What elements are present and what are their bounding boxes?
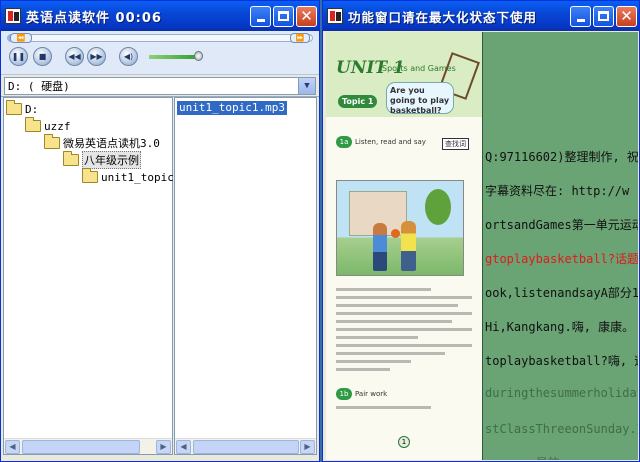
- drive-bar: D: ( 硬盘) ▼: [1, 75, 319, 97]
- reader-content: UNIT 1 Sports and Games Topic 1 Are you …: [326, 32, 638, 460]
- close-button[interactable]: ✕: [616, 5, 637, 27]
- close-button[interactable]: ✕: [296, 5, 317, 27]
- unit-header: UNIT 1 Sports and Games Topic 1 Are you …: [326, 32, 482, 117]
- tree-node[interactable]: uzzf: [25, 117, 71, 134]
- dialogue-text[interactable]: [336, 288, 472, 376]
- maximize-icon: [598, 11, 609, 21]
- subtitle-line: Hi,Kangkang.嗨, 康康。: [485, 320, 635, 334]
- section-1a[interactable]: 1a Listen, read and say: [336, 136, 426, 148]
- chevron-down-icon[interactable]: ▼: [298, 77, 315, 94]
- subtitle-line: stClassThreeonSunday.对: [485, 422, 638, 436]
- previous-icon: ◀◀: [68, 51, 81, 61]
- player-controls: ⏪ ⏩ ❚❚ ■ ◀◀ ▶▶ ◀): [1, 31, 319, 75]
- next-button[interactable]: ▶▶: [87, 47, 106, 66]
- lookup-button[interactable]: 查找词: [442, 138, 469, 150]
- app-icon: [327, 8, 343, 24]
- forward-handle[interactable]: ⏩: [290, 33, 310, 43]
- function-window: 功能窗口请在最大化状态下使用 ✕ UNIT 1 Sports and Games…: [322, 0, 640, 462]
- subtitle-line: 字幕资料尽在: http://w: [485, 184, 630, 198]
- drive-select[interactable]: D: ( 硬盘) ▼: [4, 76, 316, 95]
- scroll-right-icon[interactable]: ▶: [300, 440, 315, 454]
- stop-icon: ■: [38, 51, 47, 61]
- tree-horizontal-scrollbar[interactable]: ◀ ▶: [4, 438, 172, 454]
- tree-node-label: 八年级示例: [82, 151, 141, 169]
- textbook-page[interactable]: UNIT 1 Sports and Games Topic 1 Are you …: [326, 32, 482, 460]
- function-titlebar[interactable]: 功能窗口请在最大化状态下使用 ✕: [323, 1, 639, 31]
- browser-panes: ◀ ▶ D: uzzf 微易英语点读机3.0 八年级示例 unit1_topic ◀ ▶…: [3, 97, 317, 455]
- illustration-boys: [336, 180, 464, 276]
- player-titlebar[interactable]: 英语点读软件 00:06 ✕: [1, 1, 319, 31]
- scroll-left-icon[interactable]: ◀: [5, 440, 20, 454]
- rewind-handle[interactable]: ⏪: [10, 33, 32, 43]
- tree-node[interactable]: D:: [6, 100, 39, 117]
- tree-node-label: unit1_topic: [101, 170, 174, 184]
- close-icon: ✕: [300, 6, 313, 25]
- subtitle-line: Q:97116602)整理制作, 祝: [485, 150, 638, 164]
- section-1b[interactable]: 1b Pair work: [336, 388, 387, 400]
- pause-button[interactable]: ❚❚: [9, 47, 28, 66]
- pause-icon: ❚❚: [11, 51, 26, 61]
- tree-node[interactable]: unit1_topic: [82, 168, 174, 185]
- volume-handle[interactable]: [194, 51, 204, 61]
- drive-select-value: D: ( 硬盘): [8, 79, 70, 93]
- player-window-title: 英语点读软件 00:06: [26, 10, 162, 26]
- next-icon: ▶▶: [90, 51, 103, 61]
- previous-button[interactable]: ◀◀: [65, 47, 84, 66]
- tree-node-label: D:: [25, 102, 39, 116]
- tree-node-label: 微易英语点读机3.0: [63, 137, 160, 150]
- subtitle-line: ook,listenandsayA部分1: [485, 286, 638, 300]
- close-icon: ✕: [620, 6, 633, 25]
- player-window: 英语点读软件 00:06 ✕ ⏪ ⏩ ❚❚ ■ ◀◀ ▶▶ ◀) D: ( 硬盘…: [0, 0, 320, 462]
- folder-icon: [25, 117, 41, 132]
- maximize-button[interactable]: [593, 5, 614, 27]
- seek-bar[interactable]: ⏪ ⏩: [7, 33, 313, 43]
- scroll-thumb[interactable]: [22, 440, 140, 454]
- function-window-title: 功能窗口请在最大化状态下使用: [348, 9, 538, 25]
- subtitle-overlay[interactable]: Q:97116602)整理制作, 祝字幕资料尽在: http://w ortsan…: [482, 32, 638, 460]
- tree-node-label: uzzf: [44, 119, 71, 133]
- tree-node[interactable]: 微易英语点读机3.0: [44, 134, 160, 151]
- section-1a-title: Listen, read and say: [355, 138, 426, 146]
- subtitle-line: ortsandGames第一单元运动: [485, 218, 638, 232]
- folder-icon: [6, 100, 22, 115]
- mute-button[interactable]: ◀): [119, 47, 138, 66]
- subtitle-line: toplaybasketball?嗨, 迈: [485, 354, 638, 368]
- file-list[interactable]: ◀ ▶ unit1_topic1.mp3: [174, 97, 317, 455]
- file-item[interactable]: unit1_topic1.mp3: [177, 101, 287, 115]
- app-icon: [5, 8, 21, 24]
- page-number: 1: [398, 436, 410, 448]
- pair-work-text: [336, 406, 472, 414]
- section-1a-badge: 1a: [336, 136, 352, 148]
- subtitle-line: ...... 是的: [485, 454, 560, 460]
- section-1b-title: Pair work: [355, 390, 388, 398]
- section-1b-badge: 1b: [336, 388, 352, 400]
- folder-icon: [44, 134, 60, 149]
- scroll-right-icon[interactable]: ▶: [156, 440, 171, 454]
- minimize-icon: [576, 19, 585, 22]
- scroll-left-icon[interactable]: ◀: [176, 440, 191, 454]
- folder-tree[interactable]: ◀ ▶ D: uzzf 微易英语点读机3.0 八年级示例 unit1_topic: [3, 97, 174, 455]
- topic-label: Topic 1: [338, 95, 378, 108]
- subtitle-line: gtoplaybasketball?话题1: [485, 252, 638, 266]
- list-horizontal-scrollbar[interactable]: ◀ ▶: [175, 438, 316, 454]
- folder-icon: [82, 168, 98, 183]
- maximize-button[interactable]: [273, 5, 294, 27]
- minimize-button[interactable]: [250, 5, 271, 27]
- stop-button[interactable]: ■: [33, 47, 52, 66]
- boy-michael-illustration: [373, 223, 387, 271]
- speaker-icon: ◀): [123, 51, 134, 61]
- basketball-illustration: [391, 229, 400, 238]
- boy-kangkang-illustration: [401, 221, 416, 271]
- folder-icon: [63, 151, 79, 166]
- tree-illustration: [425, 189, 451, 225]
- minimize-icon: [256, 19, 265, 22]
- scroll-thumb[interactable]: [193, 440, 299, 454]
- subtitle-line: duringthesummerholiday: [485, 386, 638, 400]
- minimize-button[interactable]: [570, 5, 591, 27]
- maximize-icon: [278, 11, 289, 21]
- tree-node[interactable]: 八年级示例: [63, 151, 141, 169]
- speech-bubble: Are you going to play basketball?: [386, 82, 454, 115]
